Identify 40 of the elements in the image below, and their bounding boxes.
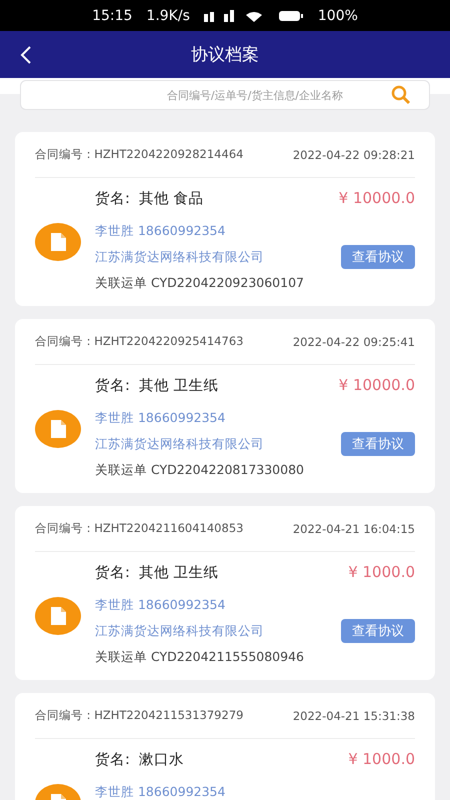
contract-date: 2022-04-22 09:25:41 bbox=[292, 334, 415, 348]
status-time: 15:15 bbox=[92, 8, 132, 24]
view-agreement-button[interactable]: 查看协议 bbox=[341, 619, 415, 643]
document-icon bbox=[35, 223, 81, 261]
document-icon bbox=[35, 410, 81, 448]
contract-date: 2022-04-21 16:04:15 bbox=[292, 522, 415, 536]
contract-number: 合同编号 : HZHT2204211531379279 bbox=[35, 708, 244, 723]
view-agreement-button[interactable]: 查看协议 bbox=[341, 245, 415, 269]
goods-name: 货名: 漱口水 bbox=[95, 750, 186, 768]
related-waybill: 关联运单 CYD2204211555080946 bbox=[95, 648, 305, 666]
back-icon[interactable] bbox=[20, 45, 32, 65]
contact-info: 李世胜 18660992354 bbox=[95, 596, 226, 614]
view-agreement-button[interactable]: 查看协议 bbox=[341, 432, 415, 456]
company-name: 江苏满货达网络科技有限公司 bbox=[95, 622, 265, 640]
company-name: 江苏满货达网络科技有限公司 bbox=[95, 248, 265, 266]
contract-number: 合同编号 : HZHT2204220928214464 bbox=[35, 147, 244, 162]
related-waybill: 关联运单 CYD2204220817330080 bbox=[95, 462, 305, 478]
contract-number: 合同编号 : HZHT2204211604140853 bbox=[35, 521, 244, 536]
contract-date: 2022-04-21 15:31:38 bbox=[292, 708, 415, 722]
contact-info: 李世胜 18660992354 bbox=[95, 410, 226, 426]
document-icon bbox=[35, 597, 81, 635]
contact-info: 李世胜 18660992354 bbox=[95, 222, 226, 240]
contact-info: 李世胜 18660992354 bbox=[95, 784, 226, 800]
battery-icon bbox=[278, 10, 304, 22]
network-speed: 1.9K/s bbox=[146, 8, 190, 24]
price: ¥ 1000.0 bbox=[348, 750, 415, 768]
goods-name: 货名: 其他 卫生纸 bbox=[95, 564, 220, 582]
goods-name: 货名: 其他 食品 bbox=[95, 190, 205, 208]
price: ¥ 1000.0 bbox=[348, 563, 415, 581]
price: ¥ 10000.0 bbox=[338, 189, 415, 207]
page-title: 协议档案 bbox=[191, 44, 259, 66]
price: ¥ 10000.0 bbox=[338, 376, 415, 394]
related-waybill: 关联运单 CYD2204220923060107 bbox=[95, 274, 305, 292]
goods-name: 货名: 其他 卫生纸 bbox=[95, 376, 220, 394]
company-name: 江苏满货达网络科技有限公司 bbox=[95, 436, 265, 452]
contract-date: 2022-04-22 09:28:21 bbox=[292, 148, 415, 162]
battery-level: 100% bbox=[318, 8, 358, 24]
contract-number: 合同编号 : HZHT2204220925414763 bbox=[35, 334, 244, 349]
signal-icon bbox=[204, 10, 264, 22]
search-field[interactable]: 合同编号/运单号/货主信息/企业名称 bbox=[20, 80, 430, 110]
